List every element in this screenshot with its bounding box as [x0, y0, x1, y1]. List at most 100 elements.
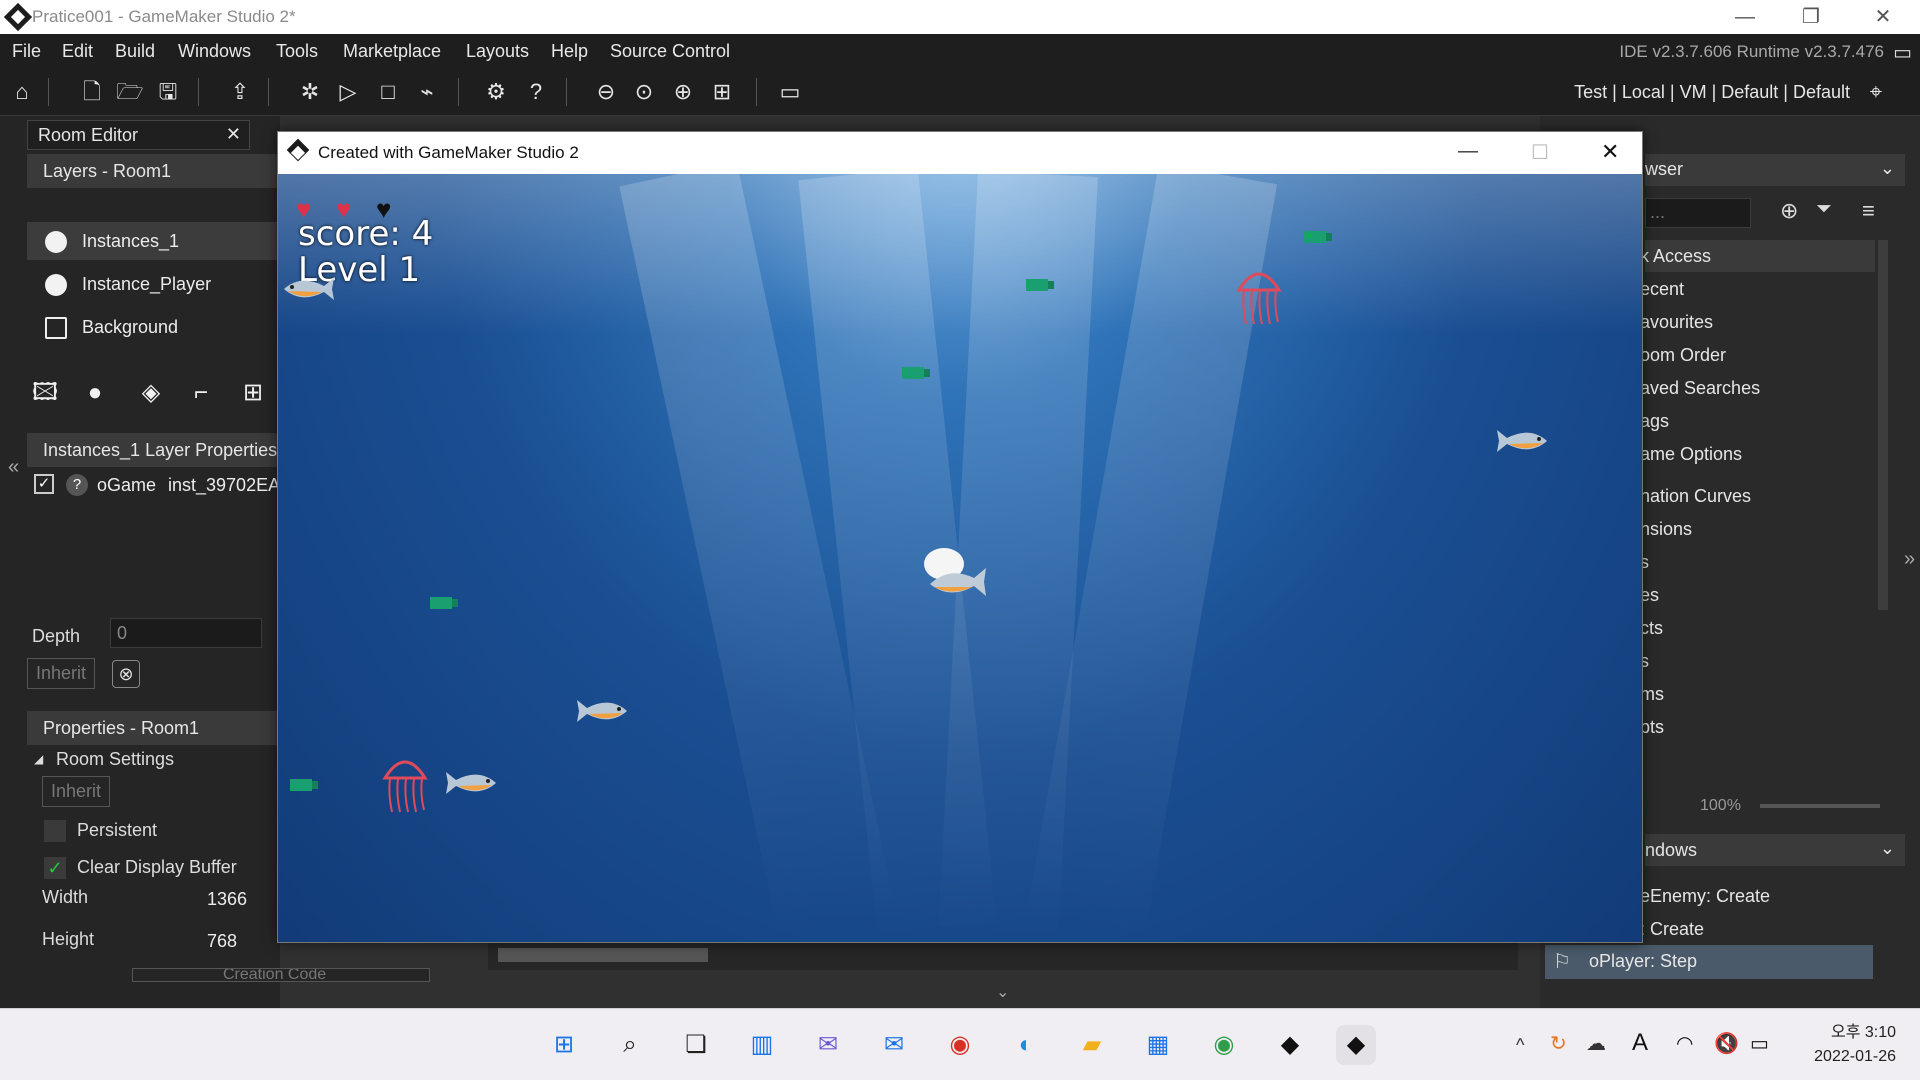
close-tab-icon[interactable]: ✕	[226, 124, 241, 145]
add-background-layer-icon[interactable]: 🖾	[26, 374, 64, 412]
zoom-reset-icon[interactable]: ⊙	[628, 76, 660, 108]
asset-browser-item[interactable]: pts	[1640, 717, 1664, 738]
filter-icon[interactable]: ⏷	[1816, 198, 1832, 221]
calendar-icon[interactable]: ▦	[1138, 1025, 1178, 1065]
window-item[interactable]: : Create	[1640, 919, 1704, 940]
home-icon[interactable]: ⌂	[6, 76, 38, 108]
game-maximize-icon[interactable]: ☐	[1531, 140, 1549, 165]
layer-row[interactable]: Instance_Player	[27, 265, 277, 303]
debug-icon[interactable]: ✲	[294, 76, 326, 108]
collapse-right-icon[interactable]: »	[1904, 548, 1915, 571]
search-icon[interactable]: ⌕	[610, 1025, 650, 1065]
menu-help[interactable]: Help	[551, 41, 588, 62]
horizontal-scrollbar[interactable]	[488, 940, 1518, 970]
device-icon[interactable]: ▭	[774, 76, 806, 108]
speaker-muted-icon[interactable]: 🔇	[1714, 1031, 1739, 1056]
game-minimize-icon[interactable]: —	[1458, 140, 1478, 163]
add-tile-layer-icon[interactable]: ◈	[132, 374, 170, 412]
new-project-icon[interactable]: 🗋	[76, 76, 108, 108]
menu-source-control[interactable]: Source Control	[610, 41, 730, 62]
zoom-out-icon[interactable]: ⊖	[590, 76, 622, 108]
zoom-in-icon[interactable]: ⊕	[667, 76, 699, 108]
asset-search-input[interactable]: ...	[1645, 198, 1751, 228]
asset-browser-item[interactable]: ags	[1640, 411, 1669, 432]
minimize-icon[interactable]: —	[1730, 4, 1760, 30]
target-settings-icon[interactable]: ⌖	[1860, 76, 1892, 108]
game-close-icon[interactable]: ✕	[1601, 139, 1619, 165]
asset-browser-item[interactable]: nsions	[1640, 519, 1692, 540]
asset-browser-item[interactable]: k Access	[1640, 246, 1711, 267]
cloud-icon[interactable]: ☁	[1586, 1031, 1606, 1056]
mail-icon[interactable]: ✉	[874, 1025, 914, 1065]
clean-icon[interactable]: ⌁	[411, 76, 443, 108]
menu-layouts[interactable]: Layouts	[466, 41, 529, 62]
creation-code-button[interactable]: Creation Code	[132, 968, 430, 982]
window-item[interactable]: eEnemy: Create	[1640, 886, 1770, 907]
wifi-icon[interactable]: ◠	[1676, 1031, 1693, 1056]
layer-row[interactable]: Background	[27, 308, 277, 346]
start-icon[interactable]: ⊞	[544, 1025, 584, 1065]
add-instance-layer-icon[interactable]: ●	[76, 374, 114, 412]
instance-object[interactable]: oGame	[97, 475, 156, 496]
menu-tools[interactable]: Tools	[276, 41, 318, 62]
open-project-icon[interactable]: 🗁	[114, 76, 146, 108]
menu-windows[interactable]: Windows	[178, 41, 251, 62]
help-icon[interactable]: ?	[520, 76, 552, 108]
task-view-icon[interactable]: ❏	[676, 1025, 716, 1065]
game-canvas[interactable]: ♥ ♥ ♥ score: 4 Level 1	[278, 174, 1642, 942]
depth-field[interactable]: 0	[110, 618, 262, 648]
edge-icon[interactable]: ◐	[1006, 1025, 1046, 1065]
tab-room-editor[interactable]: Room Editor ✕	[27, 120, 250, 150]
clear-display-buffer-checkbox[interactable]: ✓	[44, 857, 66, 879]
add-asset-icon[interactable]: ⊕	[1780, 198, 1798, 224]
asset-browser-item[interactable]: cts	[1640, 618, 1663, 639]
width-field[interactable]: 1366	[207, 889, 247, 910]
run-icon[interactable]: ▷	[332, 76, 364, 108]
gamemaker-runner-taskbar-icon[interactable]: ◆	[1336, 1025, 1376, 1065]
window-item-selected[interactable]: ⚐ oPlayer: Step	[1545, 945, 1873, 979]
chat-icon[interactable]: ▭	[1893, 40, 1912, 65]
asset-browser-item[interactable]: aved Searches	[1640, 378, 1760, 399]
menu-file[interactable]: File	[12, 41, 41, 62]
reset-depth-icon[interactable]: ⊗	[112, 660, 140, 688]
chevron-down-icon[interactable]: ⌄	[1880, 158, 1895, 179]
layer-row[interactable]: Instances_1	[27, 222, 277, 260]
chrome-icon[interactable]: ◉	[940, 1025, 980, 1065]
asset-browser-item[interactable]: ms	[1640, 684, 1664, 705]
save-icon[interactable]: 🖫	[152, 76, 184, 108]
asset-browser-item[interactable]: ame Options	[1640, 444, 1742, 465]
instance-id[interactable]: inst_39702EA	[168, 475, 280, 496]
chevron-down-icon[interactable]: ⌄	[1880, 838, 1895, 859]
preferences-icon[interactable]: ⚙	[480, 76, 512, 108]
collapse-left-icon[interactable]: «	[8, 456, 19, 479]
create-executable-icon[interactable]: ⇪	[224, 76, 256, 108]
menu-edit[interactable]: Edit	[62, 41, 93, 62]
room-inherit-button[interactable]: Inherit	[42, 776, 111, 807]
chat-icon[interactable]: ✉	[808, 1025, 848, 1065]
asset-scrollbar[interactable]	[1878, 240, 1888, 610]
file-explorer-icon[interactable]: ▰	[1072, 1025, 1112, 1065]
target-selector[interactable]: Test | Local | VM | Default | Default	[1574, 82, 1850, 103]
inherit-button[interactable]: Inherit	[27, 658, 96, 689]
expand-triangle-icon[interactable]: ◢	[34, 752, 43, 766]
asset-browser-item[interactable]: ecent	[1640, 279, 1684, 300]
instance-visible-checkbox[interactable]: ✓	[34, 474, 54, 494]
persistent-checkbox[interactable]	[44, 820, 66, 842]
asset-browser-item[interactable]: avourites	[1640, 312, 1713, 333]
restore-icon[interactable]: ❐	[1796, 4, 1826, 30]
chrome-profile-icon[interactable]: ◉	[1204, 1025, 1244, 1065]
asset-browser-item[interactable]: oom Order	[1640, 345, 1726, 366]
zoom-slider[interactable]	[1760, 804, 1880, 808]
workspace-icon[interactable]: ⊞	[706, 76, 738, 108]
battery-icon[interactable]: ▭	[1750, 1031, 1769, 1056]
stop-icon[interactable]: □	[372, 76, 404, 108]
sync-icon[interactable]: ↻	[1550, 1031, 1567, 1056]
gamemaker-taskbar-icon[interactable]: ◆	[1270, 1025, 1310, 1065]
menu-marketplace[interactable]: Marketplace	[343, 41, 441, 62]
ime-icon[interactable]: A	[1632, 1029, 1648, 1057]
chevron-up-icon[interactable]: ^	[1516, 1035, 1524, 1056]
menu-icon[interactable]: ≡	[1862, 198, 1875, 224]
expand-bottom-icon[interactable]: ⌄	[996, 982, 1009, 1002]
close-icon[interactable]: ✕	[1868, 4, 1898, 30]
system-clock[interactable]: 오후 3:10 2022-01-26	[1814, 1021, 1896, 1069]
